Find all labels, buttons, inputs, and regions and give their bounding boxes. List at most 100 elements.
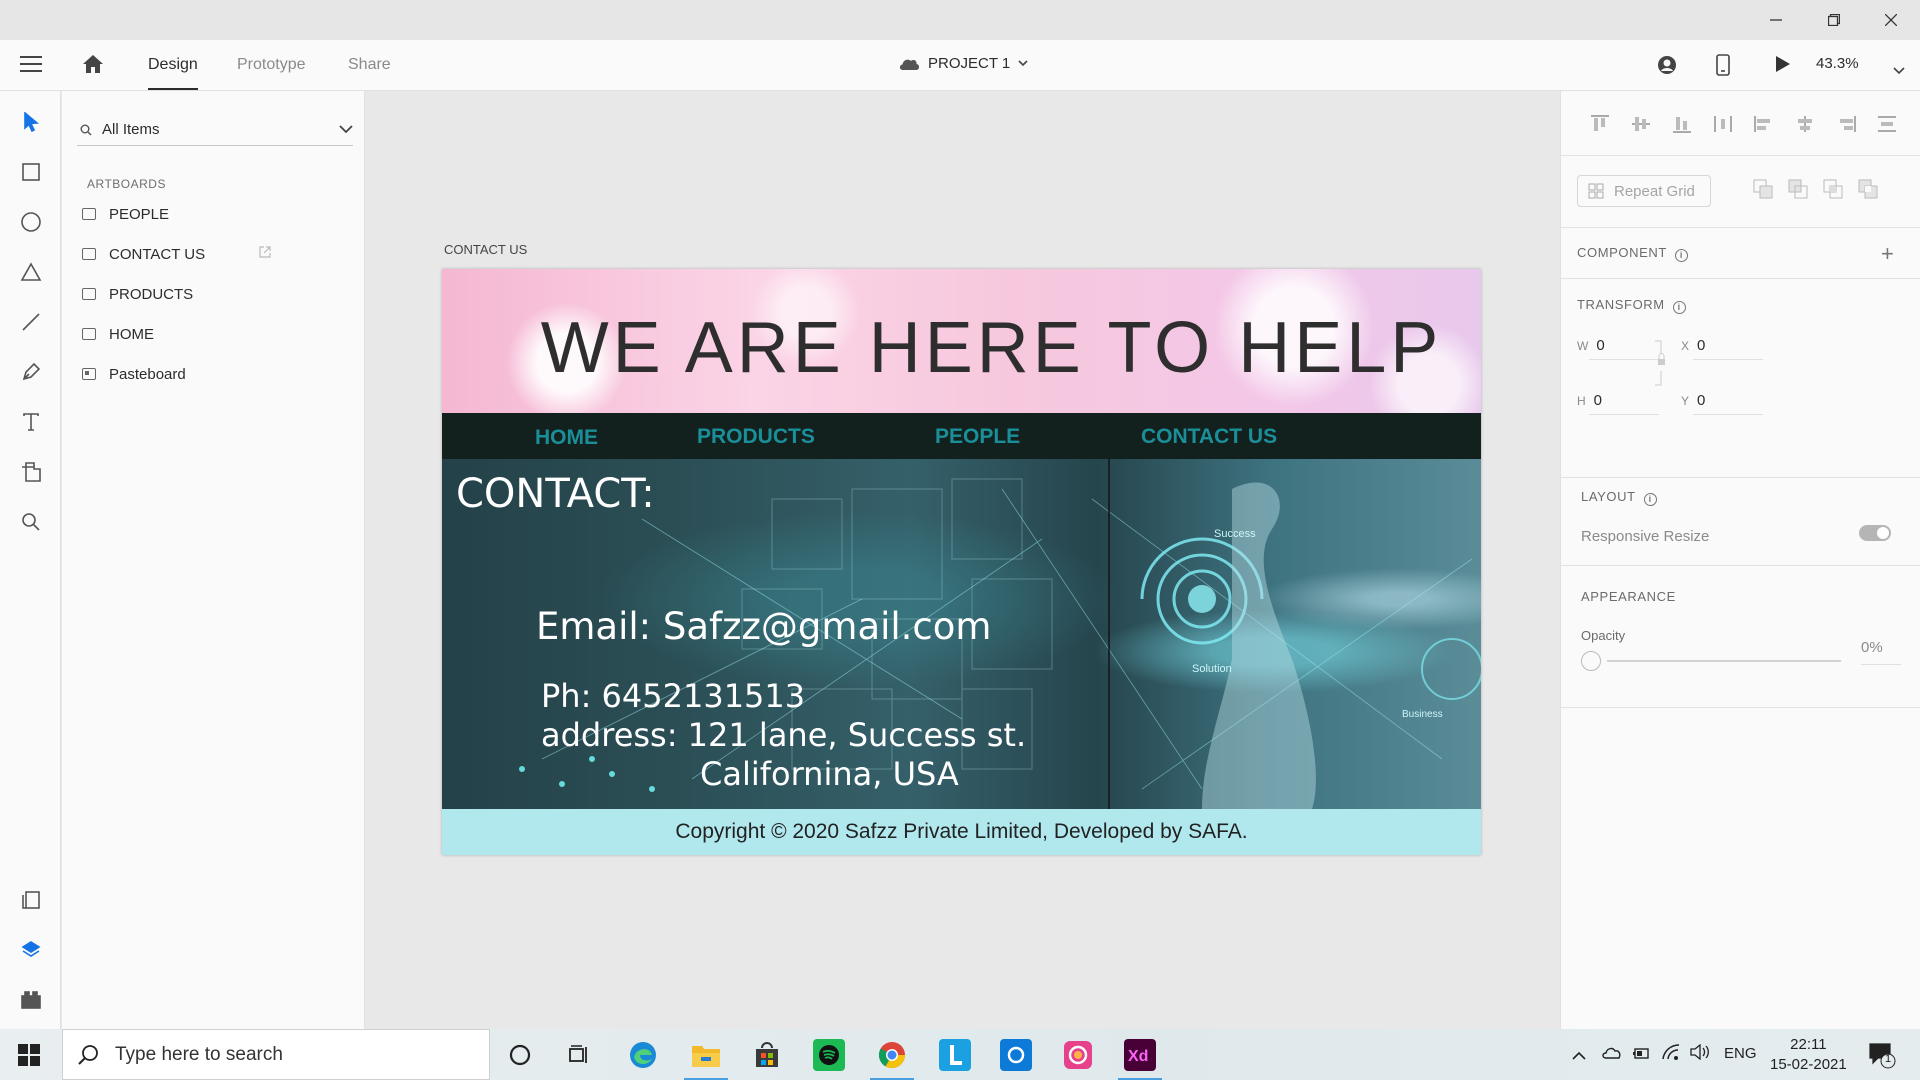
align-middle-icon[interactable] [1620,113,1661,135]
layer-item-home[interactable]: HOME [78,319,348,349]
appearance-section-label: APPEARANCE [1581,589,1676,604]
volume-icon[interactable] [1690,1043,1710,1064]
boolean-subtract-icon[interactable] [1788,179,1808,199]
nav-home[interactable]: HOME [535,426,598,450]
info-icon[interactable]: i [1672,301,1686,314]
tab-prototype[interactable]: Prototype [237,56,305,74]
nav-products[interactable]: PRODUCTS [697,425,815,449]
menu-icon[interactable] [20,56,42,74]
width-field[interactable]: W0 [1577,337,1659,360]
site-footer: Copyright © 2020 Safzz Private Limited, … [442,809,1481,855]
spotify-icon[interactable] [813,1039,845,1071]
microsoft-store-icon[interactable] [751,1039,783,1071]
info-icon[interactable]: i [1643,493,1657,506]
rectangle-tool-icon[interactable] [18,159,44,185]
user-icon[interactable] [1656,54,1678,81]
line-tool-icon[interactable] [18,309,44,335]
show-hidden-icons-icon[interactable] [1572,1047,1586,1064]
chrome-icon[interactable] [870,1039,914,1080]
align-right-icon[interactable] [1825,113,1866,135]
play-icon[interactable] [1775,55,1791,78]
adobe-xd-icon[interactable]: Xd [1118,1039,1162,1080]
close-icon[interactable] [1862,0,1920,40]
wifi-icon[interactable] [1662,1044,1680,1064]
layers-icon[interactable] [18,937,44,963]
windows-start-icon[interactable] [18,1044,40,1071]
lock-aspect-icon[interactable] [1655,339,1667,395]
layer-item-products[interactable]: PRODUCTS [78,279,348,309]
layer-item-people[interactable]: PEOPLE [78,199,348,229]
opacity-label: Opacity [1581,628,1626,643]
opacity-slider-knob[interactable] [1581,651,1601,671]
info-icon[interactable]: i [1674,249,1688,262]
artboard-label[interactable]: CONTACT US [444,242,527,257]
repeat-grid-button[interactable]: Repeat Grid [1577,175,1711,207]
align-bottom-icon[interactable] [1661,113,1702,135]
document-title: PROJECT 1 [928,55,1011,72]
zoom-tool-icon[interactable] [18,509,44,535]
assets-icon[interactable] [18,887,44,913]
artboard-contact-us[interactable]: WE ARE HERE TO HELP HOME PRODUCTS PEOPLE… [442,269,1481,855]
edge-browser-icon[interactable] [627,1039,659,1071]
plugins-icon[interactable] [18,987,44,1013]
taskbar-search-box[interactable]: Type here to search [62,1029,490,1080]
add-component-icon[interactable]: + [1881,241,1894,267]
home-icon[interactable] [82,54,104,79]
align-top-icon[interactable] [1579,113,1620,135]
design-canvas[interactable]: CONTACT US WE ARE HERE TO HELP HOME PROD… [366,91,1560,1029]
distribute-horizontal-icon[interactable] [1702,113,1743,135]
align-center-icon[interactable] [1784,113,1825,135]
responsive-resize-toggle[interactable] [1859,525,1891,541]
height-field[interactable]: H0 [1577,392,1659,415]
component-label-text: COMPONENT [1577,245,1667,260]
file-explorer-icon[interactable] [684,1039,728,1080]
nav-people[interactable]: PEOPLE [935,425,1020,449]
cortana-app-icon[interactable] [1000,1039,1032,1071]
nav-contact-us[interactable]: CONTACT US [1141,425,1277,449]
document-title-dropdown[interactable]: PROJECT 1 [898,55,1028,72]
opacity-slider-track[interactable] [1607,660,1841,662]
restore-icon[interactable] [1805,0,1863,40]
layer-item-pasteboard[interactable]: Pasteboard [78,359,348,389]
select-tool-icon[interactable] [18,109,44,135]
height-value: 0 [1593,392,1603,409]
height-key: H [1577,394,1586,408]
text-tool-icon[interactable] [18,409,44,435]
mobile-preview-icon[interactable] [1716,54,1730,81]
tools-toolbar [0,91,61,1029]
y-field[interactable]: Y0 [1681,392,1763,415]
task-view-icon[interactable] [563,1039,595,1071]
layer-item-contact-us[interactable]: CONTACT US [78,239,348,269]
taskbar-clock[interactable]: 22:11 15-02-2021 [1770,1035,1847,1075]
boolean-add-icon[interactable] [1753,179,1773,199]
x-field[interactable]: X0 [1681,337,1763,360]
language-indicator[interactable]: ENG [1724,1045,1757,1062]
tab-share[interactable]: Share [348,56,391,74]
opacity-value[interactable]: 0% [1861,639,1883,656]
boolean-intersect-icon[interactable] [1823,179,1843,199]
share-link-icon[interactable] [258,245,272,259]
pen-tool-icon[interactable] [18,359,44,385]
hero-banner: WE ARE HERE TO HELP [442,269,1481,413]
creative-cloud-icon[interactable] [1062,1039,1094,1071]
polygon-tool-icon[interactable] [18,259,44,285]
cortana-icon[interactable] [504,1039,536,1071]
onedrive-icon[interactable] [1602,1046,1622,1063]
zoom-chevron-down-icon[interactable] [1893,62,1905,80]
align-left-icon[interactable] [1743,113,1784,135]
zoom-level[interactable]: 43.3% [1816,55,1859,72]
battery-icon[interactable] [1632,1046,1650,1064]
artboard-tool-icon[interactable] [18,459,44,485]
ellipse-tool-icon[interactable] [18,209,44,235]
boolean-exclude-icon[interactable] [1858,179,1878,199]
distribute-vertical-icon[interactable] [1866,113,1907,135]
tab-design[interactable]: Design [148,56,198,90]
artboards-section-label: ARTBOARDS [87,177,166,191]
notification-count: 1 [1885,1053,1892,1065]
property-inspector: Repeat Grid COMPONENT i + TRANSFORM i W0 X… [1560,91,1920,1029]
layers-filter-dropdown[interactable]: All Items [77,114,353,146]
transform-section-label: TRANSFORM i [1577,297,1686,314]
app-l-icon[interactable] [939,1039,971,1071]
notification-center-icon[interactable]: 1 [1868,1041,1896,1073]
minimize-icon[interactable] [1747,0,1805,40]
